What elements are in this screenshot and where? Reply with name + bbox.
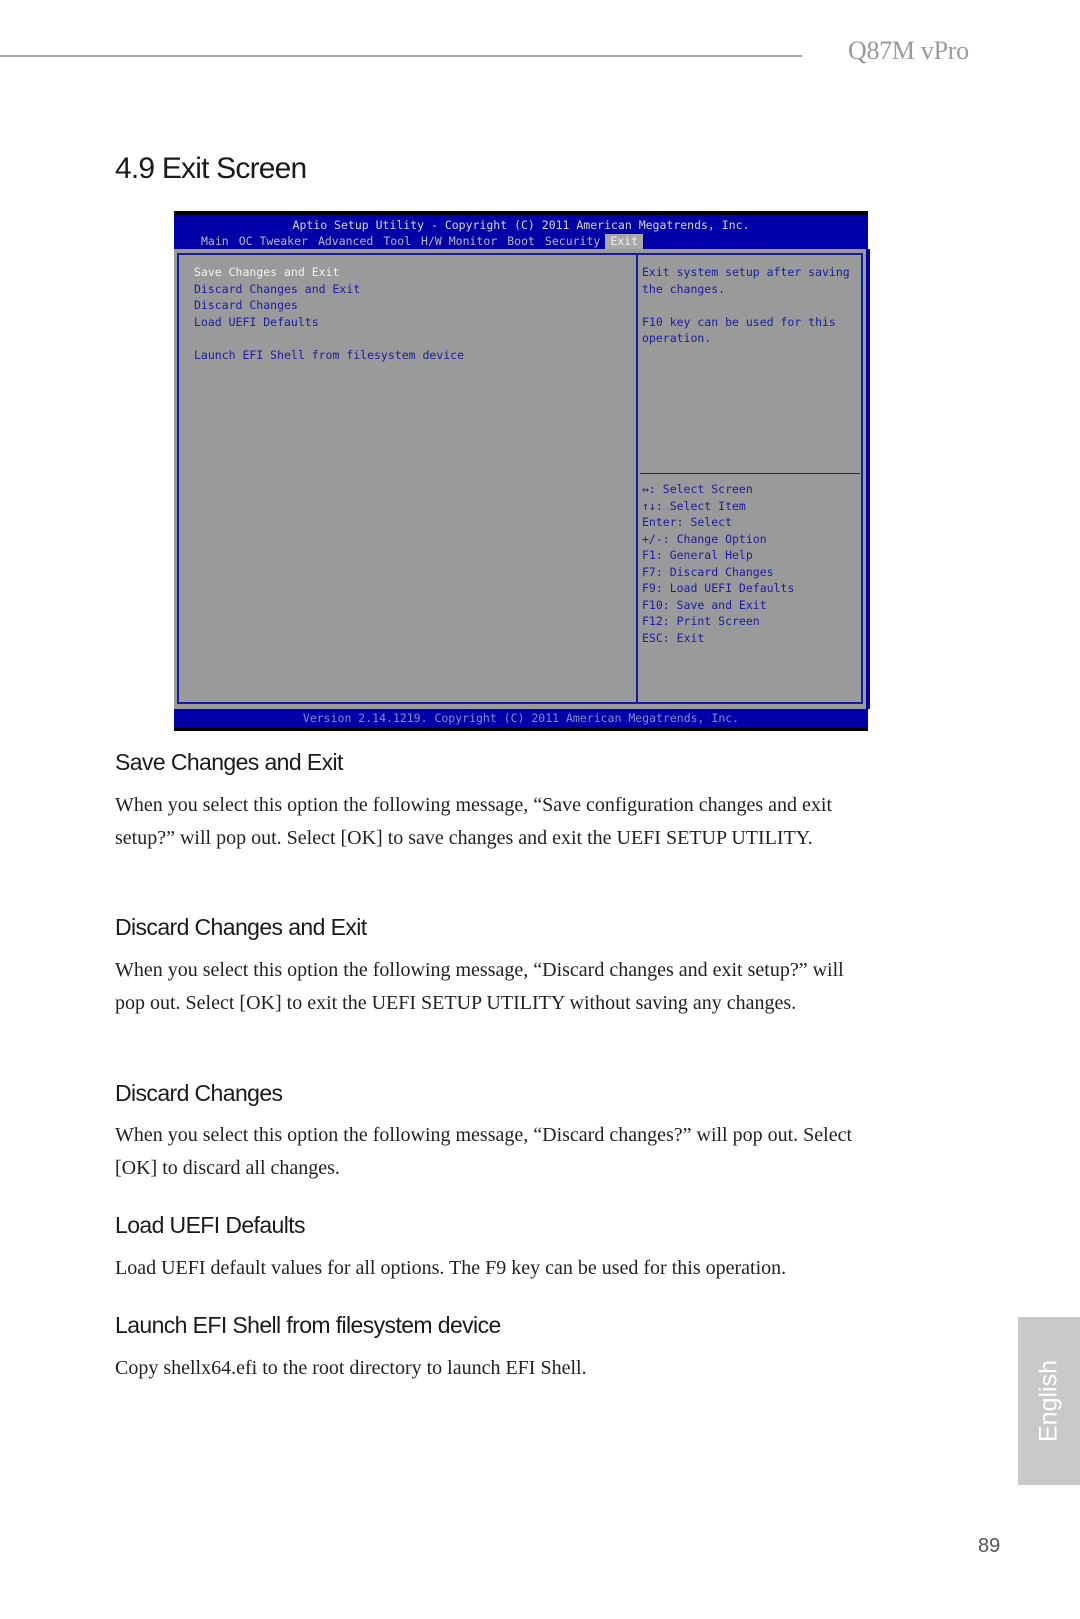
- bios-tab-exit[interactable]: Exit: [605, 234, 644, 249]
- bios-help-separator: [640, 473, 860, 474]
- bios-tab-advanced[interactable]: Advanced: [313, 234, 378, 249]
- bios-status-bar: Version 2.14.1219. Copyright (C) 2011 Am…: [174, 709, 868, 728]
- bios-key-item: +/-: Change Option: [642, 531, 767, 546]
- bios-tab-security[interactable]: Security: [540, 234, 605, 249]
- bios-tab-main[interactable]: Main: [196, 234, 234, 249]
- header-rule: [0, 55, 802, 57]
- bios-panel-divider: [636, 255, 638, 702]
- bios-help-line: the changes.: [642, 281, 726, 296]
- bios-key-item: F12: Print Screen: [642, 614, 760, 628]
- bios-menu-discard-changes-and-exit[interactable]: Discard Changes and Exit: [194, 281, 464, 298]
- bios-menu: Save Changes and Exit Discard Changes an…: [194, 264, 464, 363]
- bios-tab-boot[interactable]: Boot: [502, 234, 540, 249]
- bios-key-item: ↔: Select Screen: [642, 482, 753, 496]
- bios-screenshot: Aptio Setup Utility - Copyright (C) 2011…: [174, 211, 870, 731]
- bios-key-item: F1: General Help: [642, 548, 753, 562]
- product-name: Q87M vPro: [848, 36, 969, 65]
- bios-frame: Save Changes and Exit Discard Changes an…: [177, 253, 863, 704]
- body-discard-changes-and-exit: When you select this option the followin…: [115, 959, 844, 1014]
- bios-menu-load-uefi-defaults[interactable]: Load UEFI Defaults: [194, 314, 464, 331]
- bios-key-item: ESC: Exit: [642, 630, 705, 645]
- bios-menu-save-changes-and-exit[interactable]: Save Changes and Exit: [194, 264, 464, 281]
- heading-launch-efi-shell: Launch EFI Shell from filesystem device: [115, 1312, 501, 1338]
- bios-key-item: F7: Discard Changes: [642, 564, 774, 579]
- heading-discard-changes: Discard Changes: [115, 1080, 283, 1106]
- bios-right-border: [866, 249, 870, 709]
- bios-key-legend: ↔: Select Screen ↑↓: Select Item Enter: …: [642, 481, 794, 646]
- bios-title-bar: Aptio Setup Utility - Copyright (C) 2011…: [174, 215, 868, 249]
- bios-help-line: F10 key can be used for this: [642, 314, 836, 329]
- page-number: 89: [978, 1535, 1001, 1557]
- section-title: 4.9 Exit Screen: [115, 152, 307, 185]
- bios-key-item: ↑↓: Select Item: [642, 498, 746, 513]
- language-tab: English: [1018, 1317, 1080, 1485]
- heading-load-uefi-defaults: Load UEFI Defaults: [115, 1212, 306, 1238]
- bios-menu-launch-efi-shell[interactable]: Launch EFI Shell from filesystem device: [194, 347, 464, 364]
- bios-key-item: Enter: Select: [642, 515, 733, 529]
- bios-menu-discard-changes[interactable]: Discard Changes: [194, 297, 464, 314]
- bios-version: Version 2.14.1219. Copyright (C) 2011 Am…: [302, 711, 740, 725]
- bios-help-line: Exit system setup after saving: [642, 265, 850, 279]
- bios-tab-hw-monitor[interactable]: H/W Monitor: [416, 234, 502, 249]
- body-save-changes-and-exit: When you select this option the followin…: [115, 794, 833, 849]
- bios-key-item: F9: Load UEFI Defaults: [642, 581, 795, 595]
- body-discard-changes: When you select this option the followin…: [115, 1124, 853, 1179]
- body-launch-efi-shell: Copy shellx64.efi to the root directory …: [115, 1357, 587, 1379]
- bios-tab-oc-tweaker[interactable]: OC Tweaker: [234, 234, 313, 249]
- heading-discard-changes-and-exit: Discard Changes and Exit: [115, 914, 367, 940]
- bios-title: Aptio Setup Utility - Copyright (C) 2011…: [292, 218, 750, 232]
- bios-tab-tool[interactable]: Tool: [378, 234, 416, 249]
- heading-save-changes-and-exit: Save Changes and Exit: [115, 749, 343, 775]
- bios-help-text: Exit system setup after saving the chang…: [642, 264, 862, 347]
- bios-tab-bar: Main OC Tweaker Advanced Tool H/W Monito…: [196, 234, 644, 249]
- body-load-uefi-defaults: Load UEFI default values for all options…: [115, 1257, 787, 1279]
- bios-help-line: operation.: [642, 331, 712, 345]
- bios-key-item: F10: Save and Exit: [642, 597, 767, 612]
- bios-body: Save Changes and Exit Discard Changes an…: [174, 249, 870, 709]
- language-label: English: [1034, 1360, 1063, 1442]
